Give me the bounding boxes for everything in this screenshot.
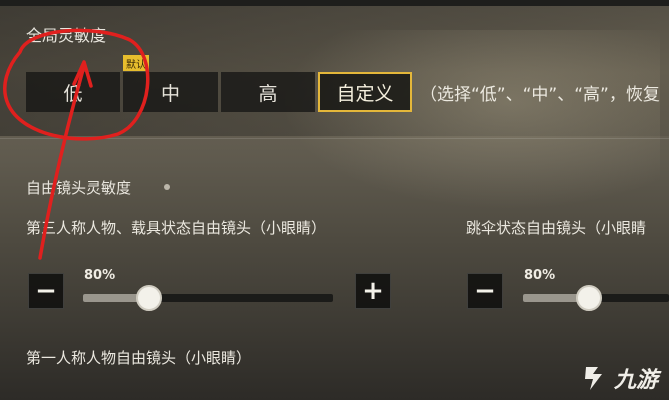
sensitivity-option-medium[interactable]: 中 xyxy=(123,72,218,112)
watermark-text: 九游 xyxy=(614,368,659,393)
global-sensitivity-hint: （选择“低”、“中”、“高”，恢复 xyxy=(420,85,660,105)
third-person-slider-thumb[interactable] xyxy=(136,285,162,311)
third-person-increase-button[interactable]: + xyxy=(355,273,391,309)
parachute-slider-thumb[interactable] xyxy=(576,285,602,311)
parachute-camera-label: 跳伞状态自由镜头（小眼睛 xyxy=(466,219,647,237)
global-sensitivity-title: 全局灵敏度 xyxy=(26,26,107,45)
minus-icon: − xyxy=(474,276,496,306)
section-divider xyxy=(0,138,669,139)
first-person-camera-label: 第一人称人物自由镜头（小眼睛） xyxy=(26,349,252,367)
background-haze xyxy=(280,30,660,210)
info-dot-icon xyxy=(164,184,170,190)
sensitivity-option-custom[interactable]: 自定义 xyxy=(318,72,412,112)
third-person-slider-track[interactable] xyxy=(83,294,333,302)
default-badge: 默认 xyxy=(123,55,149,71)
sensitivity-option-high[interactable]: 高 xyxy=(221,72,315,112)
jiuyou-logo-icon xyxy=(585,367,602,390)
jiuyou-watermark: 九游 xyxy=(580,362,658,394)
minus-icon: − xyxy=(35,276,57,306)
parachute-camera-value: 80% xyxy=(524,268,556,283)
third-person-camera-label: 第三人称人物、载具状态自由镜头（小眼睛） xyxy=(26,219,327,237)
sensitivity-option-low[interactable]: 低 xyxy=(26,72,120,112)
parachute-decrease-button[interactable]: − xyxy=(467,273,503,309)
free-camera-title: 自由镜头灵敏度 xyxy=(26,179,132,197)
plus-icon: + xyxy=(362,276,384,306)
third-person-decrease-button[interactable]: − xyxy=(28,273,64,309)
third-person-camera-value: 80% xyxy=(84,268,116,283)
